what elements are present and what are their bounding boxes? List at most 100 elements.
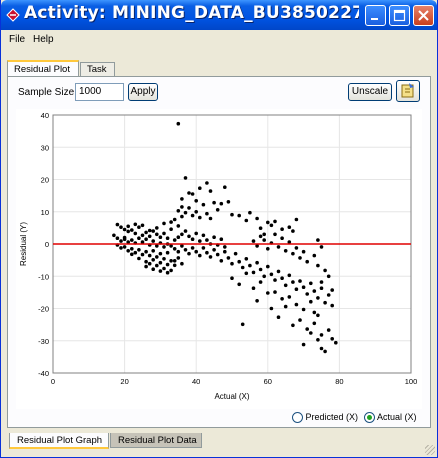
data-point (151, 249, 155, 253)
data-point (180, 197, 184, 201)
menu-file[interactable]: File (9, 34, 25, 45)
tab-residual-plot[interactable]: Residual Plot (7, 60, 79, 77)
y-tick-label: -30 (38, 337, 49, 346)
data-point (187, 191, 191, 195)
data-point (230, 212, 234, 217)
data-point (172, 247, 177, 251)
data-point (273, 278, 277, 282)
data-point (215, 208, 220, 212)
data-point (130, 247, 134, 251)
data-point (140, 223, 145, 228)
export-button[interactable] (396, 80, 420, 102)
data-point (198, 186, 202, 190)
data-point (219, 259, 224, 263)
data-point (180, 232, 184, 237)
data-point (165, 262, 170, 267)
unscale-button[interactable]: Unscale (348, 83, 392, 101)
data-point (280, 227, 284, 231)
data-point (126, 249, 130, 253)
tab-task[interactable]: Task (80, 62, 115, 76)
data-point (326, 328, 331, 332)
actual-option[interactable]: Actual (X) (364, 412, 417, 424)
close-icon (418, 10, 429, 21)
data-point (158, 269, 163, 273)
data-point (137, 256, 141, 261)
x-tick-label: 40 (192, 377, 200, 386)
data-point (291, 251, 295, 256)
data-point (112, 233, 116, 238)
data-point (312, 321, 317, 326)
tab-label: Residual Plot Data (118, 435, 197, 446)
data-point (237, 213, 241, 218)
data-point (294, 246, 299, 250)
maximize-icon (393, 9, 406, 22)
resize-grip[interactable] (425, 445, 435, 455)
x-tick-label: 20 (120, 377, 128, 386)
export-icon (401, 83, 414, 98)
minimize-button[interactable] (365, 5, 386, 26)
tab-label: Residual Plot Graph (17, 435, 103, 446)
data-point (176, 249, 181, 254)
data-point (155, 263, 159, 268)
data-point (326, 274, 331, 279)
data-point (147, 234, 152, 239)
data-point (226, 256, 231, 260)
data-point (151, 239, 155, 243)
data-point (269, 306, 274, 311)
data-point (251, 270, 256, 275)
title-bar[interactable]: Activity: MINING_DATA_BU38502279... (1, 0, 437, 30)
data-point (215, 252, 220, 257)
data-point (248, 210, 252, 215)
y-tick-label: 10 (41, 208, 49, 217)
data-point (237, 259, 241, 264)
data-point (262, 232, 266, 237)
y-axis-label: Residual (Y) (19, 222, 28, 266)
x-axis-label: Actual (X) (214, 392, 249, 401)
data-point (223, 249, 227, 254)
data-point (316, 238, 320, 242)
data-point (140, 233, 145, 238)
data-point (155, 255, 159, 259)
data-point (198, 253, 202, 258)
tab-residual-plot-graph[interactable]: Residual Plot Graph (9, 433, 109, 449)
data-point (309, 299, 313, 304)
data-point (240, 322, 245, 327)
residual-scatter-plot[interactable]: 0 20 40 60 80 100403020100-10-20-30-40 Actual… (16, 109, 422, 409)
data-point (309, 281, 313, 286)
data-point (309, 331, 313, 335)
data-point (287, 295, 292, 299)
data-point (190, 213, 195, 218)
data-point (316, 263, 320, 268)
tab-residual-plot-data[interactable]: Residual Plot Data (110, 433, 202, 448)
data-point (176, 121, 181, 126)
predicted-radio[interactable] (292, 412, 303, 424)
data-point (176, 235, 181, 239)
data-point (187, 206, 191, 210)
x-tick-label: 100 (405, 377, 418, 386)
maximize-button[interactable] (389, 5, 410, 26)
sample-size-input[interactable]: 1000 (75, 83, 124, 101)
data-point (233, 251, 238, 256)
minimize-icon (371, 18, 378, 20)
data-point (258, 234, 263, 239)
actual-radio[interactable] (364, 412, 375, 424)
data-point (305, 259, 310, 264)
residual-chart[interactable]: 0 20 40 60 80 100 40 30 20 10 0 -10 -20 -30 -40 Actual… (16, 109, 422, 409)
data-point (244, 271, 249, 276)
data-point (273, 219, 277, 224)
close-button[interactable] (413, 5, 434, 26)
menu-help[interactable]: Help (33, 34, 54, 45)
data-point (172, 263, 177, 268)
y-tick-label: 30 (41, 143, 49, 152)
y-tick-label: 0 (45, 240, 49, 249)
data-point (205, 238, 209, 242)
data-point (316, 338, 320, 342)
apply-button[interactable]: Apply (128, 83, 158, 101)
data-point (266, 247, 270, 251)
data-point (119, 239, 123, 243)
app-icon (6, 8, 20, 22)
predicted-option[interactable]: Predicted (X) (292, 412, 358, 424)
data-point (190, 237, 195, 241)
data-point (212, 248, 216, 252)
data-point (301, 285, 306, 289)
